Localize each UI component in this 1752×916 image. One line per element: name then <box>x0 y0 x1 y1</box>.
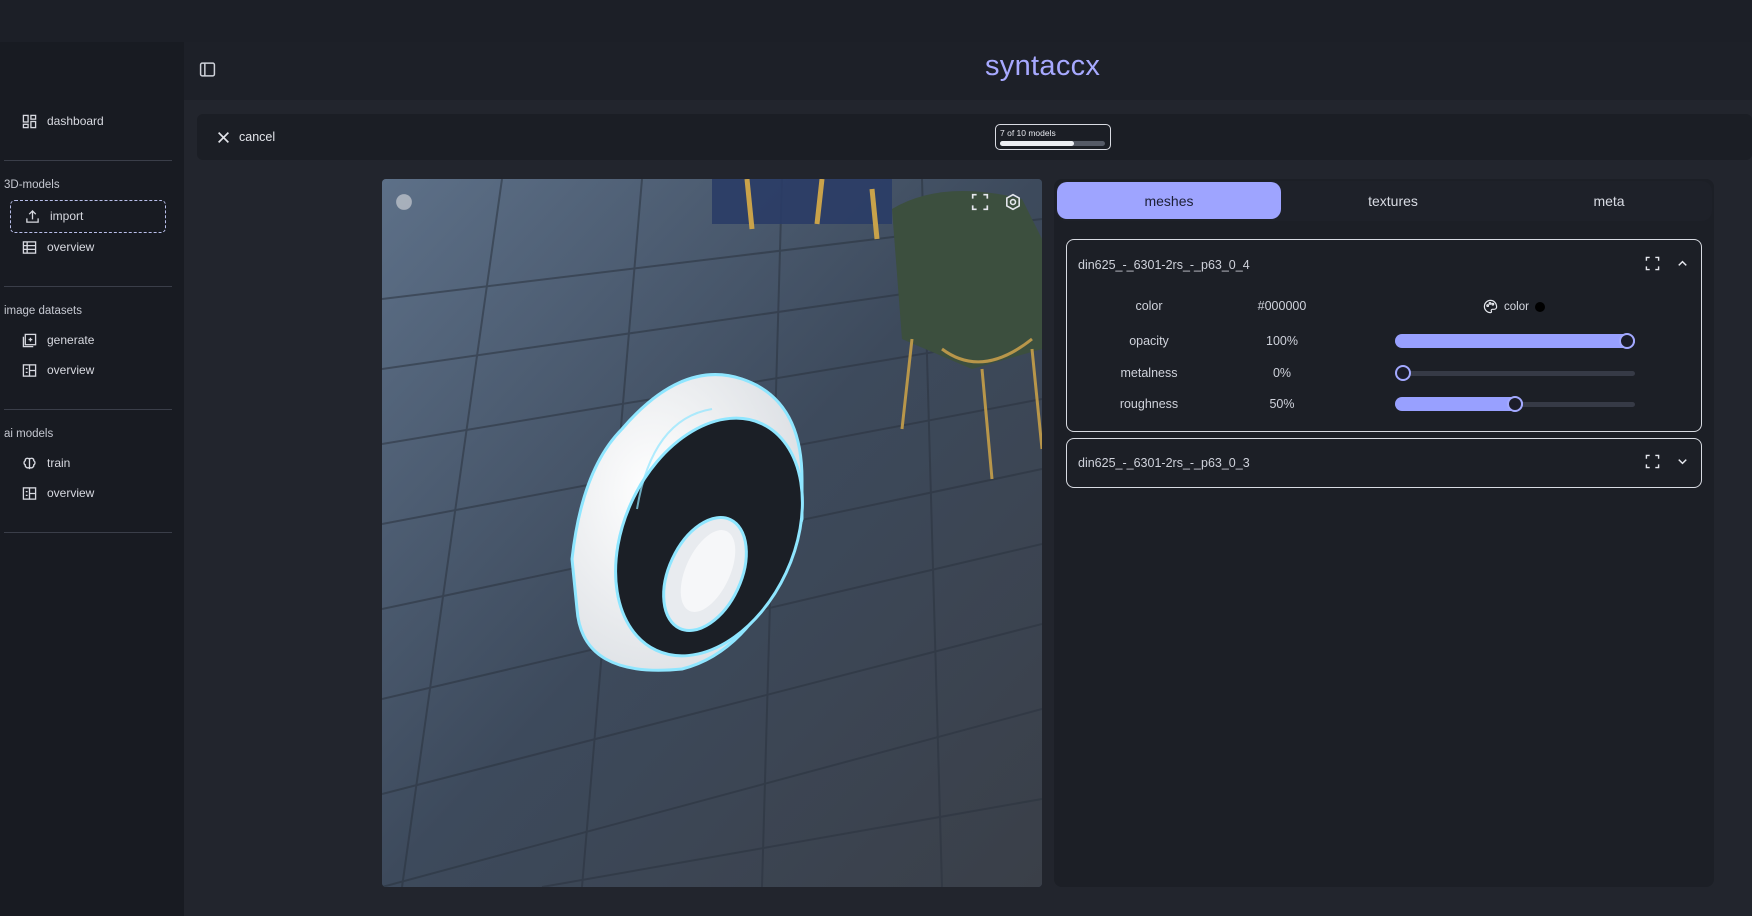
brain-icon <box>23 457 36 469</box>
color-picker[interactable]: color <box>1483 299 1545 314</box>
sidebar-item-ai-overview[interactable]: overview <box>22 483 94 503</box>
roughness-value: 50% <box>1269 397 1295 411</box>
fullscreen-icon[interactable] <box>971 193 989 211</box>
3d-viewer[interactable] <box>382 179 1042 887</box>
tab-meshes[interactable]: meshes <box>1057 182 1281 219</box>
cancel-label: cancel <box>239 130 276 144</box>
slider-fill <box>1395 397 1523 411</box>
sidebar-item-label: overview <box>47 486 95 500</box>
section-label-image-datasets: image datasets <box>4 305 82 317</box>
expand-icon[interactable] <box>1645 256 1660 271</box>
chevron-up-icon[interactable] <box>1675 256 1690 271</box>
metalness-value: 0% <box>1272 366 1292 380</box>
sidebar-item-label: dashboard <box>47 114 104 128</box>
mesh-card-collapsed[interactable]: din625_-_6301-2rs_-_p63_0_3 <box>1066 438 1702 488</box>
sidebar-item-dashboard[interactable]: dashboard <box>22 111 104 131</box>
cancel-button[interactable]: cancel <box>217 127 275 147</box>
progress-text: 7 of 10 models <box>1000 128 1056 138</box>
opacity-label: opacity <box>1129 334 1169 348</box>
slider-thumb[interactable] <box>1395 365 1411 381</box>
tab-textures[interactable]: textures <box>1281 182 1505 219</box>
section-label-3d-models: 3D-models <box>4 179 60 191</box>
sidebar-item-generate[interactable]: generate <box>22 330 94 350</box>
gallery-icon <box>22 486 37 500</box>
sidebar-item-label: overview <box>47 363 95 377</box>
color-swatch <box>1534 301 1545 312</box>
opacity-value: 100% <box>1266 334 1298 348</box>
toolbar <box>197 114 1752 160</box>
progress-fill <box>1000 141 1074 146</box>
sidebar-item-train[interactable]: train <box>22 453 70 473</box>
slider-fill <box>1395 334 1635 348</box>
chevron-down-icon[interactable] <box>1675 454 1690 469</box>
roughness-label: roughness <box>1119 397 1179 411</box>
slider-track <box>1395 371 1635 376</box>
tab-meta[interactable]: meta <box>1497 182 1721 219</box>
model-progress: 7 of 10 models <box>995 124 1111 150</box>
palette-icon <box>1483 299 1498 314</box>
progress-track <box>1000 141 1105 146</box>
opacity-slider[interactable] <box>1395 333 1635 349</box>
sidebar-item-models-overview[interactable]: overview <box>22 237 94 257</box>
sidebar-divider <box>4 160 172 161</box>
table-icon <box>22 240 37 254</box>
sidebar-item-import[interactable]: import <box>25 206 83 226</box>
scene-render <box>382 179 1042 887</box>
color-value: #000000 <box>1257 299 1307 313</box>
sidebar-divider <box>4 532 172 533</box>
sidebar-toggle-icon[interactable] <box>199 61 216 78</box>
roughness-slider[interactable] <box>1395 396 1635 412</box>
color-picker-label: color <box>1504 300 1529 313</box>
brand-title: syntaccx <box>985 50 1101 82</box>
close-icon <box>218 131 229 143</box>
upload-icon <box>26 209 39 223</box>
mesh-name: din625_-_6301-2rs_-_p63_0_4 <box>1078 258 1250 272</box>
slider-thumb[interactable] <box>1507 396 1523 412</box>
color-label: color <box>1135 299 1163 313</box>
mesh-card-expanded: din625_-_6301-2rs_-_p63_0_4 color #00000… <box>1066 239 1702 432</box>
sidebar-item-label: overview <box>47 240 95 254</box>
metalness-slider[interactable] <box>1395 365 1635 381</box>
sidebar-divider <box>4 286 172 287</box>
sidebar <box>0 42 184 916</box>
globe-icon[interactable] <box>395 193 413 211</box>
sidebar-item-label: import <box>50 209 84 223</box>
mesh-name: din625_-_6301-2rs_-_p63_0_3 <box>1078 456 1250 470</box>
gallery-icon <box>22 363 37 377</box>
settings-icon[interactable] <box>1004 193 1022 211</box>
sidebar-item-label: train <box>47 456 71 470</box>
dashboard-icon <box>22 114 37 128</box>
sidebar-divider <box>4 409 172 410</box>
expand-icon[interactable] <box>1645 454 1660 469</box>
section-label-ai-models: ai models <box>4 428 54 440</box>
sidebar-item-label: generate <box>47 333 95 347</box>
header <box>184 42 1752 100</box>
image-add-icon <box>22 333 37 347</box>
metalness-label: metalness <box>1120 366 1178 380</box>
top-band <box>0 0 1752 42</box>
slider-thumb[interactable] <box>1619 333 1635 349</box>
sidebar-item-datasets-overview[interactable]: overview <box>22 360 94 380</box>
